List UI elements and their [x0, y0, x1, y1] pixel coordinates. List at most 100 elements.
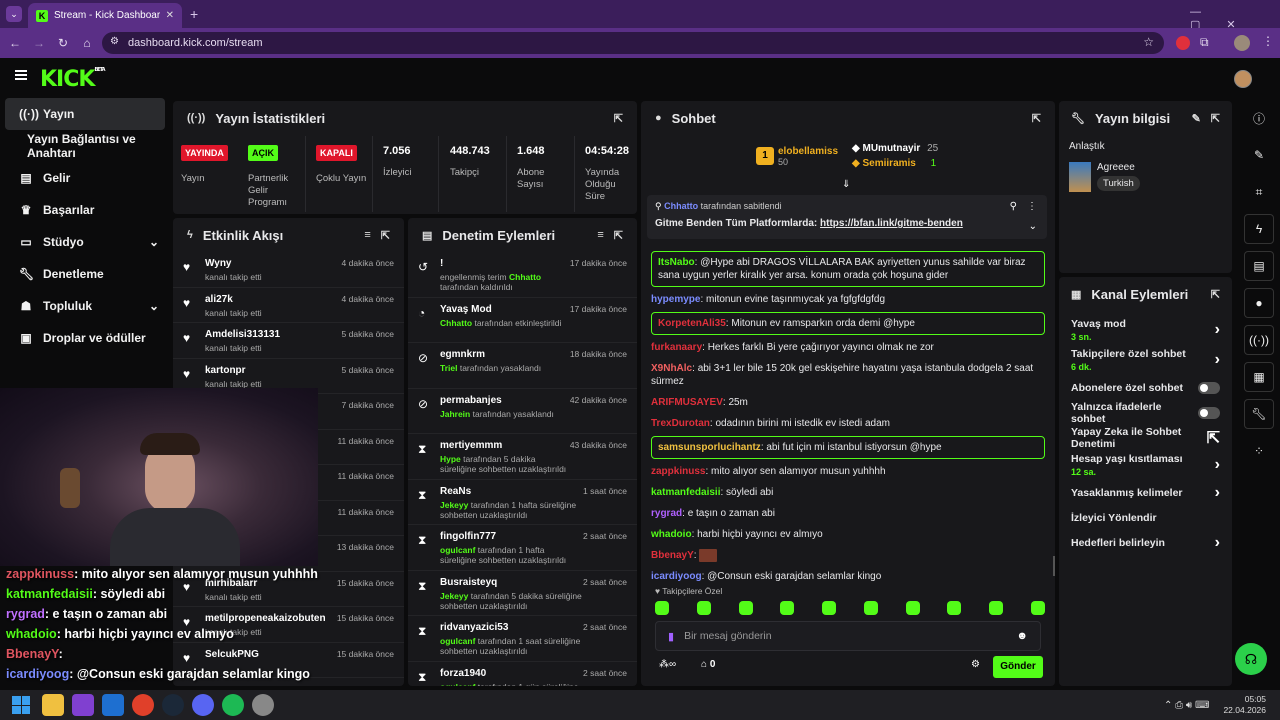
- filter-icon[interactable]: ≡: [364, 229, 370, 241]
- moderation-row[interactable]: ⧗ mertiyemmm Hype tarafından 5 dakika süre…: [408, 434, 637, 480]
- activity-user[interactable]: Amdelisi313131: [205, 329, 342, 340]
- edit-pencil-icon[interactable]: ✎: [1192, 112, 1201, 125]
- chat-message[interactable]: katmanfedaisii: söyledi abi: [641, 484, 1055, 501]
- document-icon[interactable]: ▤: [1244, 251, 1274, 281]
- chat-username[interactable]: TrexDurotan: [651, 418, 710, 429]
- moderator-name[interactable]: Jekeyy: [440, 500, 468, 510]
- unpin-icon[interactable]: ⚲: [1010, 201, 1017, 212]
- toggle-switch[interactable]: [1198, 406, 1220, 419]
- new-tab-icon[interactable]: +: [190, 6, 198, 22]
- channel-action-item[interactable]: Hedefleri belirleyin ›: [1059, 530, 1232, 555]
- emote-icon[interactable]: [1030, 601, 1045, 615]
- chat-input[interactable]: ▮ Bir mesaj gönderin ☻: [655, 621, 1041, 651]
- chat-username[interactable]: X9NhAlc: [651, 363, 692, 374]
- kick-logo[interactable]: KICKBETA: [40, 67, 106, 92]
- filter-icon[interactable]: ≡: [597, 229, 603, 241]
- moderator-name[interactable]: ogulcanf: [440, 682, 475, 687]
- moderator-name[interactable]: Chhatto: [440, 318, 472, 328]
- outlook-icon[interactable]: [102, 694, 124, 716]
- profile-avatar[interactable]: [1234, 35, 1250, 51]
- emoji-icon[interactable]: ☻: [1016, 630, 1028, 642]
- user-avatar[interactable]: [1234, 70, 1252, 88]
- channel-action-item[interactable]: Yasaklanmış kelimeler ›: [1059, 480, 1232, 505]
- send-button[interactable]: Gönder: [993, 656, 1043, 678]
- sidebar-item-stream[interactable]: ((·)) Yayın: [5, 98, 165, 130]
- moderation-row[interactable]: ⧗ ridvanyazici53 ogulcanf tarafından 1 saa…: [408, 616, 637, 662]
- chat-username[interactable]: ItsNabo: [658, 257, 695, 268]
- channel-action-item[interactable]: Abonelere özel sohbet: [1059, 375, 1232, 400]
- system-tray-icons[interactable]: ⌃ ⎙ 🔊︎ ⌨: [1164, 700, 1209, 711]
- emote-icon[interactable]: [780, 601, 795, 615]
- sidebar-item-revenue[interactable]: ▤ Gelir: [5, 162, 165, 194]
- gifter-name[interactable]: elobellamiss: [778, 146, 838, 157]
- chat-username[interactable]: katmanfedaisii: [651, 487, 720, 498]
- chat-message[interactable]: samsunsporlucihantz: abi fut için mi ist…: [651, 436, 1045, 459]
- taskbar-clock[interactable]: 05:05 22.04.2026: [1223, 694, 1266, 716]
- chevron-right-icon[interactable]: ›: [1215, 484, 1220, 502]
- chat-message[interactable]: furkanaary: Herkes farklı Bi yere çağırı…: [641, 339, 1055, 356]
- chat-username[interactable]: BbenayY: [651, 550, 694, 561]
- chat-message[interactable]: hypemype: mitonun evine taşınmıycak ya f…: [641, 291, 1055, 308]
- sidebar-item-moderation[interactable]: 🔧︎ Denetleme: [5, 258, 165, 290]
- home-icon[interactable]: ⌂: [78, 36, 96, 50]
- moderator-name[interactable]: Hype: [440, 454, 461, 464]
- moderation-target[interactable]: ridvanyazici53: [440, 622, 583, 633]
- chat-bubble-icon[interactable]: ●: [1244, 288, 1274, 318]
- microphone-icon[interactable]: ▮: [668, 630, 674, 643]
- moderation-row[interactable]: ⧗ ReaNs Jekeyy tarafından 1 hafta süreliği…: [408, 480, 637, 525]
- help-headset-icon[interactable]: ☊: [1235, 643, 1267, 675]
- activity-row[interactable]: ♥ ali27k kanalı takip etti 4 dakika önce: [173, 288, 404, 323]
- emote-icon[interactable]: [696, 601, 711, 615]
- moderation-target[interactable]: mertiyemmm: [440, 440, 570, 451]
- external-link-icon[interactable]: ⇱: [1207, 428, 1220, 448]
- people-icon[interactable]: ⁂∞: [659, 659, 676, 670]
- chat-message[interactable]: zappkinuss: mito alıyor sen alamıyor mus…: [641, 463, 1055, 480]
- toggle-switch[interactable]: [1198, 381, 1220, 394]
- windows-start-icon[interactable]: [12, 696, 30, 714]
- sidebar-item-community[interactable]: ☗ Topluluk ⌄: [5, 290, 165, 322]
- chevron-right-icon[interactable]: ›: [1215, 351, 1220, 369]
- moderation-row[interactable]: ⧗ fingolfin777 ogulcanf tarafından 1 hafta…: [408, 525, 637, 571]
- channel-action-item[interactable]: Hesap yaşı kısıtlaması 12 sa. ›: [1059, 450, 1232, 480]
- chat-message[interactable]: whadoio: harbi hiçbi yayıncı ev almıyo: [641, 526, 1055, 543]
- moderation-target[interactable]: Busraisteyq: [440, 577, 583, 588]
- bookmark-star-icon[interactable]: ☆: [1143, 35, 1154, 49]
- browser-menu-icon[interactable]: ⋮: [1262, 34, 1274, 48]
- site-info-icon[interactable]: ⚙: [110, 36, 119, 47]
- back-icon[interactable]: ←: [6, 36, 24, 50]
- moderation-row[interactable]: ⊘ egmnkrm Triel tarafından yasaklandı 18 da…: [408, 343, 637, 389]
- gifter-name[interactable]: Semiiramis: [863, 158, 916, 169]
- channel-action-item[interactable]: Yavaş mod 3 sn. ›: [1059, 315, 1232, 345]
- moderation-target[interactable]: !: [440, 258, 570, 269]
- emote-icon[interactable]: [738, 601, 753, 615]
- popout-icon[interactable]: ⇱: [1211, 288, 1220, 301]
- reload-icon[interactable]: ↻: [54, 36, 72, 50]
- moderation-target[interactable]: permabanjes: [440, 395, 570, 406]
- moderation-row[interactable]: ◔ Yavaş Mod Chhatto tarafından etkinleştir…: [408, 298, 637, 343]
- emote-icon[interactable]: [822, 601, 837, 615]
- edit-pencil-icon[interactable]: ✎: [1244, 140, 1274, 170]
- chat-message[interactable]: X9NhAlc: abi 3+1 ler bile 15 20k gel esk…: [641, 360, 1055, 390]
- chat-scrollbar[interactable]: [1053, 556, 1055, 576]
- chat-message[interactable]: ItsNabo: @Hype abi DRAGOS VİLLALARA BAK …: [651, 251, 1045, 287]
- chrome-icon[interactable]: [132, 694, 154, 716]
- moderator-name[interactable]: Triel: [440, 363, 457, 373]
- app-icon[interactable]: [72, 694, 94, 716]
- moderation-target[interactable]: egmnkrm: [440, 349, 570, 360]
- popout-icon[interactable]: ⇱: [1211, 112, 1220, 125]
- collapse-icon[interactable]: ⇓: [842, 179, 850, 190]
- chat-username[interactable]: zappkinuss: [651, 466, 705, 477]
- chat-message[interactable]: icardiyoog: @Consun eski garajdan selaml…: [641, 568, 1055, 581]
- chat-username[interactable]: KorpetenAli35: [658, 318, 726, 329]
- more-icon[interactable]: ⋮: [1027, 201, 1037, 212]
- spotify-icon[interactable]: [222, 694, 244, 716]
- bolt-icon[interactable]: ϟ: [1244, 214, 1274, 244]
- pinned-link[interactable]: https://bfan.link/gitme-benden: [820, 218, 963, 229]
- sidebar-item-stream-key[interactable]: Yayın Bağlantısı ve Anahtarı: [5, 130, 175, 162]
- discord-icon[interactable]: [192, 694, 214, 716]
- settings-gear-icon[interactable]: [252, 694, 274, 716]
- file-explorer-icon[interactable]: [42, 694, 64, 716]
- settings-gear-icon[interactable]: ⚙: [971, 659, 980, 670]
- popout-icon[interactable]: ⇱: [381, 229, 390, 242]
- chat-username[interactable]: whadoio: [651, 529, 692, 540]
